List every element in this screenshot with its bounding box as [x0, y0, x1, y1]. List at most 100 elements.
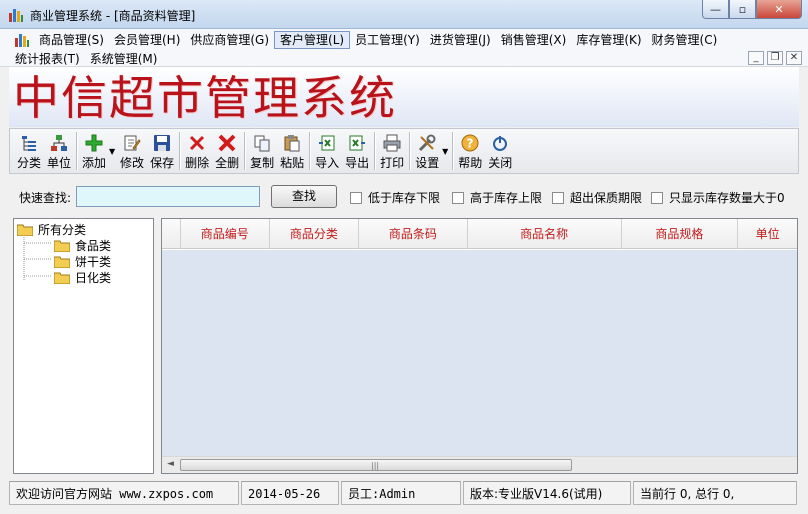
expired-checkbox[interactable]: 超出保质期限 [552, 189, 642, 206]
toolbar-separator [309, 132, 311, 170]
import-excel-icon [317, 133, 337, 153]
delete-button[interactable]: 删除 [182, 129, 212, 173]
floppy-disk-icon [152, 133, 172, 153]
tree-list-icon [19, 133, 39, 153]
menu-suppliers[interactable]: 供应商管理(G) [185, 31, 274, 49]
column-header-name[interactable]: 商品名称 [468, 219, 622, 249]
edit-icon [122, 133, 142, 153]
scrollbar-grip: ||| [371, 461, 380, 470]
settings-dropdown-arrow[interactable]: ▼ [440, 129, 450, 173]
below-min-stock-checkbox[interactable]: 低于库存下限 [350, 189, 440, 206]
menu-inventory[interactable]: 库存管理(K) [571, 31, 646, 49]
edit-button[interactable]: 修改 [117, 129, 147, 173]
folder-icon [54, 272, 70, 284]
category-button[interactable]: 分类 [14, 129, 44, 173]
column-header-unit[interactable]: 单位 [738, 219, 797, 249]
menu-bar: 商品管理(S) 会员管理(H) 供应商管理(G) 客户管理(L) 员工管理(Y)… [0, 29, 808, 67]
table-header: 商品编号 商品分类 商品条码 商品名称 商品规格 单位 [162, 219, 797, 249]
stock-positive-checkbox[interactable]: 只显示库存数量大于0 [651, 189, 785, 206]
mdi-minimize-button[interactable]: _ [748, 51, 764, 65]
close-window-button[interactable]: ✕ [756, 0, 802, 19]
status-version: 版本:专业版V14.6(试用) [463, 481, 631, 505]
import-button[interactable]: 导入 [312, 129, 342, 173]
status-website: 欢迎访问官方网站 www.zxpos.com [9, 481, 239, 505]
tools-icon [417, 133, 437, 153]
toolbar: 分类 单位 添加 ▼ 修改 保存 删除 全删 复制 粘贴 导入 导出 打印 设置… [9, 128, 799, 174]
menu-finance[interactable]: 财务管理(C) [647, 31, 723, 49]
mdi-restore-button[interactable]: ❐ [767, 51, 783, 65]
help-icon: ? [460, 133, 480, 153]
close-button[interactable]: 关闭 [485, 129, 515, 173]
copy-button[interactable]: 复制 [247, 129, 277, 173]
folder-icon [54, 256, 70, 268]
toolbar-separator [76, 132, 78, 170]
search-input[interactable] [76, 186, 260, 207]
print-button[interactable]: 打印 [377, 129, 407, 173]
column-header-category[interactable]: 商品分类 [270, 219, 359, 249]
window-title: 商业管理系统 - [商品资料管理] [30, 9, 196, 23]
menu-customers[interactable]: 客户管理(L) [274, 30, 351, 49]
paste-icon [282, 133, 302, 153]
toolbar-separator [179, 132, 181, 170]
save-button[interactable]: 保存 [147, 129, 177, 173]
goods-table[interactable]: 商品编号 商品分类 商品条码 商品名称 商品规格 单位 ◄ ||| [161, 218, 798, 474]
checkbox-box[interactable] [651, 191, 663, 204]
svg-text:?: ? [467, 137, 474, 151]
settings-button[interactable]: 设置 [412, 129, 442, 173]
row-indicator-header [162, 219, 181, 249]
power-icon [490, 133, 510, 153]
tree-node-all-categories[interactable]: 所有分类 [17, 221, 86, 238]
toolbar-separator [409, 132, 411, 170]
x-icon [187, 133, 207, 153]
bold-x-icon [217, 133, 237, 153]
above-max-stock-checkbox[interactable]: 高于库存上限 [452, 189, 542, 206]
menu-members[interactable]: 会员管理(H) [109, 31, 185, 49]
menu-employees[interactable]: 员工管理(Y) [350, 31, 425, 49]
tree-node-food[interactable]: 食品类 [54, 237, 111, 254]
scroll-left-arrow-icon[interactable]: ◄ [167, 459, 174, 469]
window-title-bar[interactable]: 商业管理系统 - [商品资料管理] — ▫ ✕ [0, 0, 808, 29]
plus-icon [84, 133, 104, 153]
horizontal-scrollbar[interactable]: ◄ ||| [162, 456, 797, 473]
column-header-barcode[interactable]: 商品条码 [359, 219, 468, 249]
menu-purchasing[interactable]: 进货管理(J) [425, 31, 496, 49]
menu-system[interactable]: 系统管理(M) [85, 50, 163, 68]
checkbox-box[interactable] [350, 191, 362, 204]
menu-reports[interactable]: 统计报表(T) [10, 50, 85, 68]
help-button[interactable]: ? 帮助 [455, 129, 485, 173]
status-employee: 员工:Admin [341, 481, 461, 505]
maximize-button[interactable]: ▫ [729, 0, 756, 19]
folder-icon [54, 240, 70, 252]
paste-button[interactable]: 粘贴 [277, 129, 307, 173]
menu-sales[interactable]: 销售管理(X) [496, 31, 572, 49]
printer-icon [382, 133, 402, 153]
tree-node-biscuits[interactable]: 饼干类 [54, 253, 111, 270]
mdi-close-button[interactable]: ✕ [786, 51, 802, 65]
toolbar-separator [452, 132, 454, 170]
category-tree[interactable]: 所有分类 食品类 饼干类 日化类 [13, 218, 154, 474]
status-date: 2014-05-26 [241, 481, 339, 505]
export-excel-icon [347, 133, 367, 153]
tree-node-daily-chemicals[interactable]: 日化类 [54, 269, 111, 286]
column-header-code[interactable]: 商品编号 [181, 219, 270, 249]
delete-all-button[interactable]: 全删 [212, 129, 242, 173]
minimize-button[interactable]: — [702, 0, 729, 19]
add-button[interactable]: 添加 [79, 129, 109, 173]
toolbar-separator [244, 132, 246, 170]
table-body[interactable] [162, 250, 797, 456]
status-bar: 欢迎访问官方网站 www.zxpos.com 2014-05-26 员工:Adm… [9, 481, 799, 507]
search-label: 快速查找: [19, 191, 72, 205]
app-icon [9, 9, 23, 22]
hierarchy-icon [49, 133, 69, 153]
scrollbar-thumb[interactable]: ||| [180, 459, 572, 471]
banner-title: 中信超市管理系统 [13, 71, 397, 125]
menu-goods[interactable]: 商品管理(S) [34, 31, 109, 49]
add-dropdown-arrow[interactable]: ▼ [107, 129, 117, 173]
export-button[interactable]: 导出 [342, 129, 372, 173]
checkbox-box[interactable] [452, 191, 464, 204]
unit-button[interactable]: 单位 [44, 129, 74, 173]
app-menu-icon[interactable] [14, 32, 30, 48]
search-button[interactable]: 查找 [271, 185, 337, 208]
checkbox-box[interactable] [552, 191, 564, 204]
column-header-spec[interactable]: 商品规格 [622, 219, 739, 249]
